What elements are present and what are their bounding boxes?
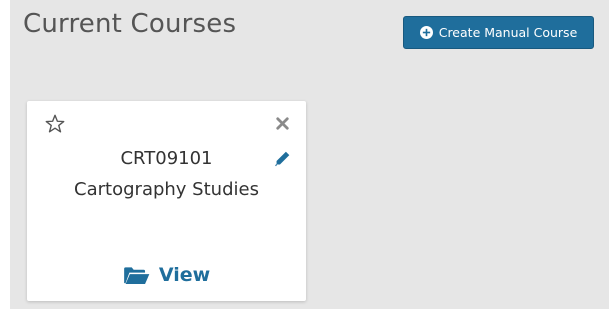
create-manual-course-button[interactable]: Create Manual Course [403, 16, 594, 49]
courses-panel: Current Courses Create Manual Course CRT… [10, 0, 609, 309]
view-label: View [158, 264, 211, 286]
star-outline-icon[interactable] [44, 113, 66, 135]
course-code: CRT09101 [120, 148, 213, 169]
course-card: CRT09101 Cartography Studies View [27, 101, 306, 301]
close-icon[interactable] [274, 115, 291, 132]
view-course-link[interactable]: View [27, 264, 306, 286]
plus-circle-icon [419, 26, 433, 39]
folder-open-icon [123, 266, 150, 284]
create-manual-course-label: Create Manual Course [438, 25, 578, 40]
course-name: Cartography Studies [74, 179, 259, 200]
page-title: Current Courses [23, 9, 237, 39]
